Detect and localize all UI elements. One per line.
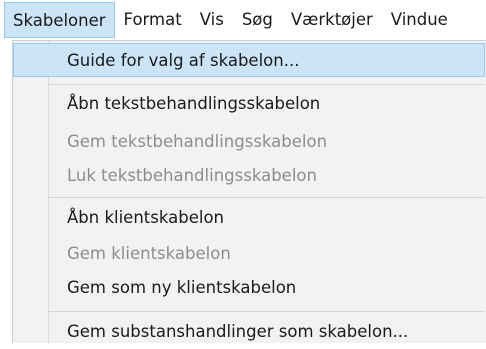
menu-item-aabn-tekstbehandlingsskabelon[interactable]: Åbn tekstbehandlingsskabelon	[13, 87, 485, 121]
menu-skabeloner[interactable]: Skabeloner	[4, 2, 115, 38]
menu-item-aabn-klientskabelon[interactable]: Åbn klientskabelon	[13, 201, 485, 235]
menu-separator	[49, 197, 485, 198]
menu-item-gem-substanshandlinger-som-skabelon[interactable]: Gem substanshandlinger som skabelon...	[13, 315, 485, 349]
menu-sog[interactable]: Søg	[233, 2, 282, 38]
skabeloner-dropdown-menu: Guide for valg af skabelon... Åbn tekstb…	[12, 40, 486, 343]
menu-vaerktojer[interactable]: Værktøjer	[282, 2, 382, 38]
menu-item-gem-tekstbehandlingsskabelon: Gem tekstbehandlingsskabelon	[67, 132, 328, 151]
menu-separator	[49, 311, 485, 312]
menu-vis[interactable]: Vis	[191, 2, 233, 38]
menu-separator	[49, 84, 485, 85]
menu-format[interactable]: Format	[115, 2, 191, 38]
menu-vindue[interactable]: Vindue	[382, 2, 457, 38]
menu-item-gem-klientskabelon: Gem klientskabelon	[67, 244, 231, 263]
menu-item-gem-som-ny-klientskabelon[interactable]: Gem som ny klientskabelon	[13, 271, 485, 305]
menu-item-guide-valg-af-skabelon[interactable]: Guide for valg af skabelon...	[13, 43, 485, 77]
menu-item-luk-tekstbehandlingsskabelon: Luk tekstbehandlingsskabelon	[67, 166, 317, 185]
menu-bar: Skabeloner Format Vis Søg Værktøjer Vind…	[0, 0, 486, 40]
